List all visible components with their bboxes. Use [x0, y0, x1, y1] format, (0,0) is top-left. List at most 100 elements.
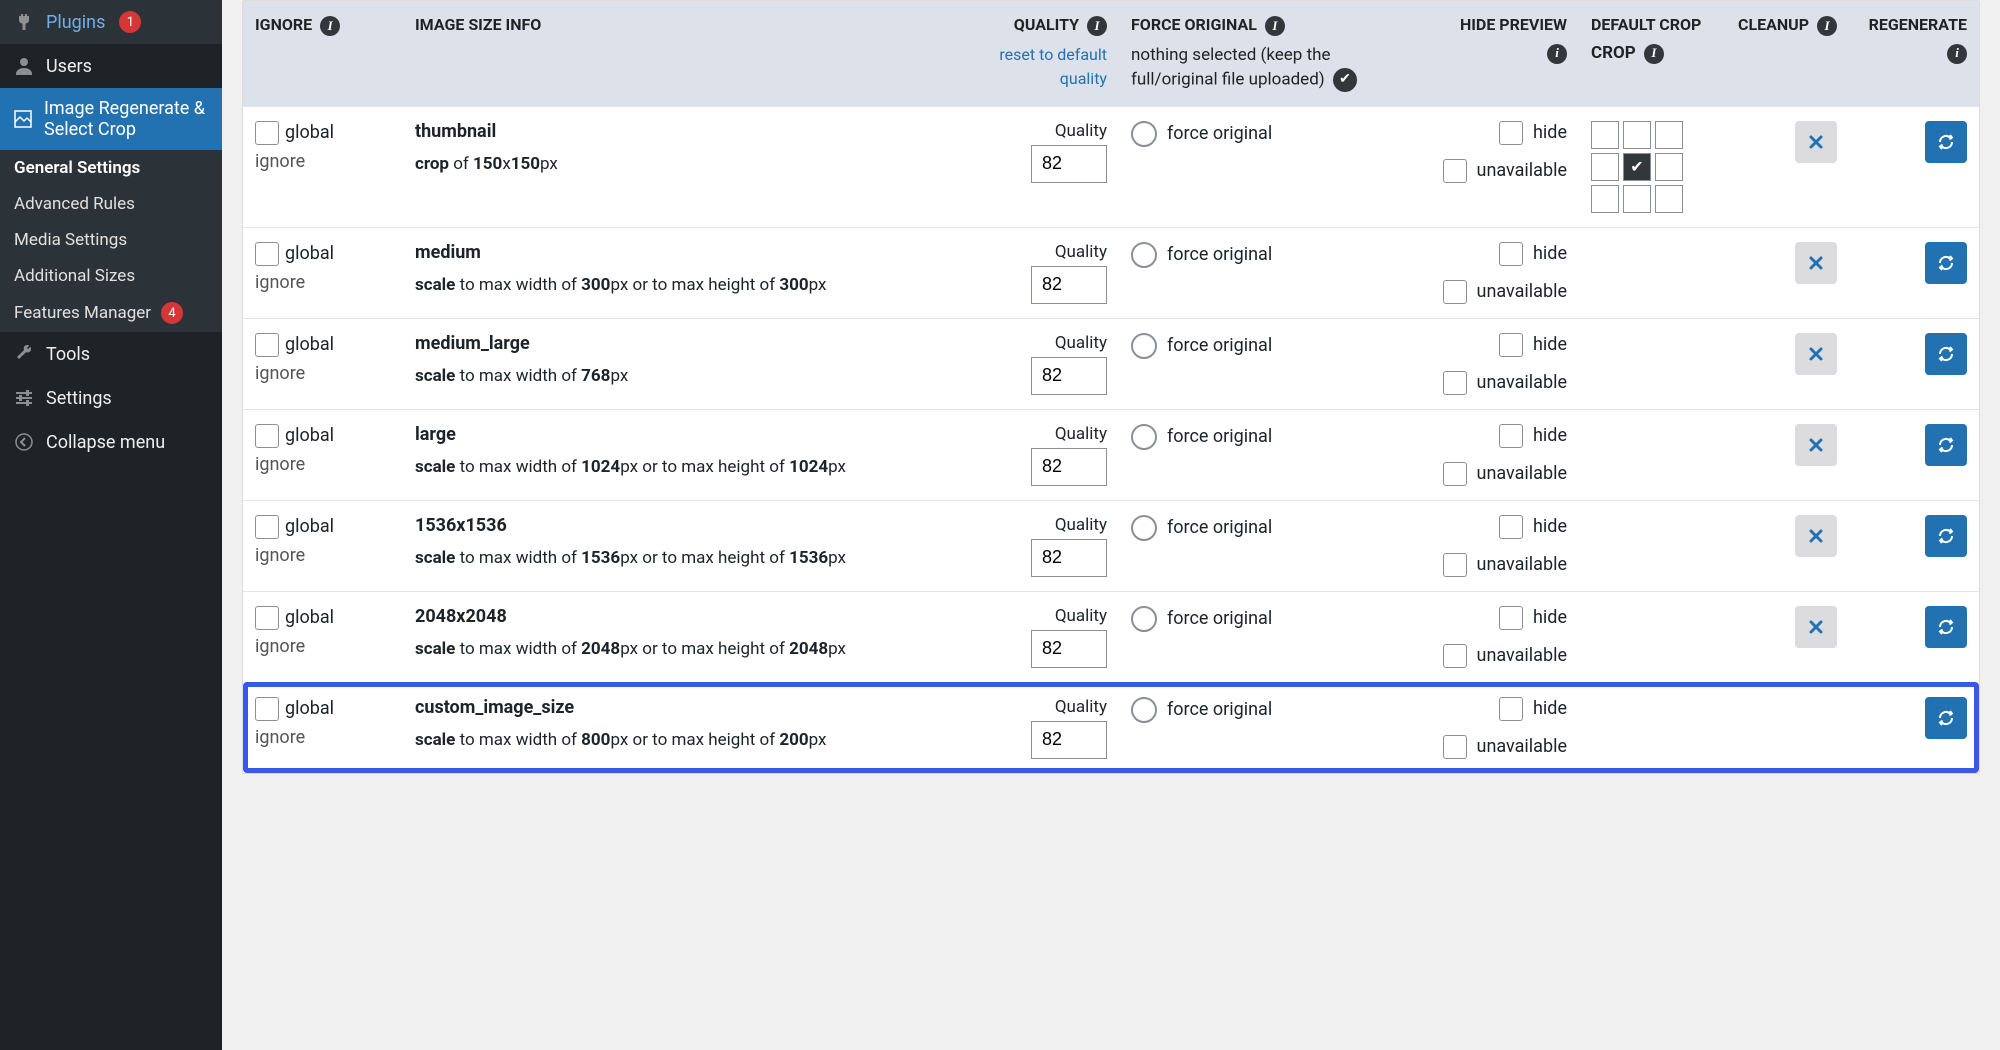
quality-input[interactable] — [1031, 266, 1107, 304]
cell-size-info: medium_largescale to max width of 768px — [403, 333, 969, 395]
crop-position-cell[interactable] — [1623, 185, 1651, 213]
unavailable-checkbox[interactable] — [1443, 462, 1467, 486]
cell-quality: Quality — [969, 515, 1119, 577]
unavailable-checkbox[interactable] — [1443, 159, 1467, 183]
cleanup-button[interactable] — [1795, 121, 1837, 163]
cell-force-original: force original — [1119, 242, 1419, 304]
regenerate-button[interactable] — [1925, 333, 1967, 375]
force-original-radio[interactable] — [1131, 697, 1157, 723]
hide-checkbox[interactable] — [1499, 121, 1523, 145]
info-icon[interactable]: i — [1265, 16, 1285, 36]
regenerate-button[interactable] — [1925, 606, 1967, 648]
global-ignore-checkbox[interactable] — [255, 697, 279, 721]
crop-position-cell[interactable] — [1591, 121, 1619, 149]
main-content: IGNORE i IMAGE SIZE INFO QUALITY i reset… — [222, 0, 2000, 1050]
reset-quality-link[interactable]: reset to default quality — [999, 45, 1107, 88]
force-original-radio[interactable] — [1131, 242, 1157, 268]
force-original-radio[interactable] — [1131, 333, 1157, 359]
nav-item-users[interactable]: Users — [0, 44, 222, 88]
unavailable-checkbox[interactable] — [1443, 371, 1467, 395]
nav-item-settings[interactable]: Settings — [0, 376, 222, 420]
cleanup-button[interactable] — [1795, 242, 1837, 284]
regenerate-button[interactable] — [1925, 697, 1967, 739]
quality-input[interactable] — [1031, 145, 1107, 183]
submenu-item[interactable]: Features Manager4 — [0, 294, 222, 332]
force-original-radio[interactable] — [1131, 606, 1157, 632]
cell-quality: Quality — [969, 606, 1119, 668]
info-icon[interactable]: i — [1947, 44, 1967, 64]
info-icon[interactable]: i — [1087, 16, 1107, 36]
force-original-radio[interactable] — [1131, 515, 1157, 541]
info-icon[interactable]: i — [1817, 16, 1837, 36]
crop-position-cell[interactable] — [1655, 121, 1683, 149]
crop-position-cell[interactable] — [1591, 153, 1619, 181]
plugin-icon — [12, 10, 36, 34]
cleanup-button[interactable] — [1795, 333, 1837, 375]
crop-position-cell[interactable] — [1623, 121, 1651, 149]
quality-input[interactable] — [1031, 721, 1107, 759]
size-row: globalignorelargescale to max width of 1… — [243, 409, 1979, 500]
force-original-radio[interactable] — [1131, 121, 1157, 147]
regenerate-button[interactable] — [1925, 121, 1967, 163]
global-ignore-checkbox[interactable] — [255, 606, 279, 630]
submenu-item[interactable]: Additional Sizes — [0, 258, 222, 294]
global-ignore-checkbox[interactable] — [255, 515, 279, 539]
crop-position-cell[interactable] — [1655, 185, 1683, 213]
quality-field-label: Quality — [981, 515, 1107, 535]
info-icon[interactable]: i — [320, 16, 340, 36]
unavailable-checkbox[interactable] — [1443, 280, 1467, 304]
th-quality: QUALITY i reset to default quality — [969, 15, 1119, 92]
info-icon[interactable]: i — [1547, 44, 1567, 64]
quality-input[interactable] — [1031, 630, 1107, 668]
unavailable-checkbox[interactable] — [1443, 735, 1467, 759]
nav-item-plugins[interactable]: Plugins1 — [0, 0, 222, 44]
hide-checkbox[interactable] — [1499, 697, 1523, 721]
cell-cleanup — [1719, 606, 1849, 668]
hide-checkbox[interactable] — [1499, 242, 1523, 266]
submenu-item[interactable]: General Settings — [0, 150, 222, 186]
global-ignore-checkbox[interactable] — [255, 242, 279, 266]
cleanup-button[interactable] — [1795, 606, 1837, 648]
regenerate-button[interactable] — [1925, 424, 1967, 466]
global-label: global — [285, 516, 334, 537]
unavailable-checkbox[interactable] — [1443, 644, 1467, 668]
hide-checkbox[interactable] — [1499, 515, 1523, 539]
hide-checkbox[interactable] — [1499, 606, 1523, 630]
regenerate-button[interactable] — [1925, 515, 1967, 557]
quality-input[interactable] — [1031, 357, 1107, 395]
global-ignore-checkbox[interactable] — [255, 424, 279, 448]
size-description: scale to max width of 1024px or to max h… — [415, 455, 957, 481]
nav-label: Collapse menu — [46, 432, 165, 453]
force-original-label: force original — [1167, 517, 1272, 538]
global-ignore-checkbox[interactable] — [255, 121, 279, 145]
unavailable-checkbox[interactable] — [1443, 553, 1467, 577]
size-name: thumbnail — [415, 121, 957, 142]
nav-item-image-regenerate-select-crop[interactable]: Image Regenerate & Select Crop — [0, 88, 222, 150]
submenu-item[interactable]: Advanced Rules — [0, 186, 222, 222]
cleanup-button[interactable] — [1795, 515, 1837, 557]
cell-regenerate — [1849, 242, 1979, 304]
nav-item-tools[interactable]: Tools — [0, 332, 222, 376]
force-original-radio[interactable] — [1131, 424, 1157, 450]
check-icon: ✔ — [1333, 68, 1357, 92]
global-ignore-checkbox[interactable] — [255, 333, 279, 357]
submenu-item[interactable]: Media Settings — [0, 222, 222, 258]
crop-position-cell[interactable]: ✔ — [1623, 153, 1651, 181]
cell-regenerate — [1849, 606, 1979, 668]
nav-item-collapse-menu[interactable]: Collapse menu — [0, 420, 222, 464]
crop-position-cell[interactable] — [1591, 185, 1619, 213]
quality-input[interactable] — [1031, 539, 1107, 577]
size-description: scale to max width of 800px or to max he… — [415, 728, 957, 754]
size-name: large — [415, 424, 957, 445]
hide-checkbox[interactable] — [1499, 424, 1523, 448]
force-original-label: force original — [1167, 699, 1272, 720]
hide-checkbox[interactable] — [1499, 333, 1523, 357]
unavailable-label: unavailable — [1477, 463, 1567, 484]
info-icon[interactable]: i — [1644, 44, 1664, 64]
regenerate-button[interactable] — [1925, 242, 1967, 284]
quality-input[interactable] — [1031, 448, 1107, 486]
crop-position-cell[interactable] — [1655, 153, 1683, 181]
cleanup-button[interactable] — [1795, 424, 1837, 466]
cell-cleanup — [1719, 242, 1849, 304]
unavailable-label: unavailable — [1477, 160, 1567, 181]
